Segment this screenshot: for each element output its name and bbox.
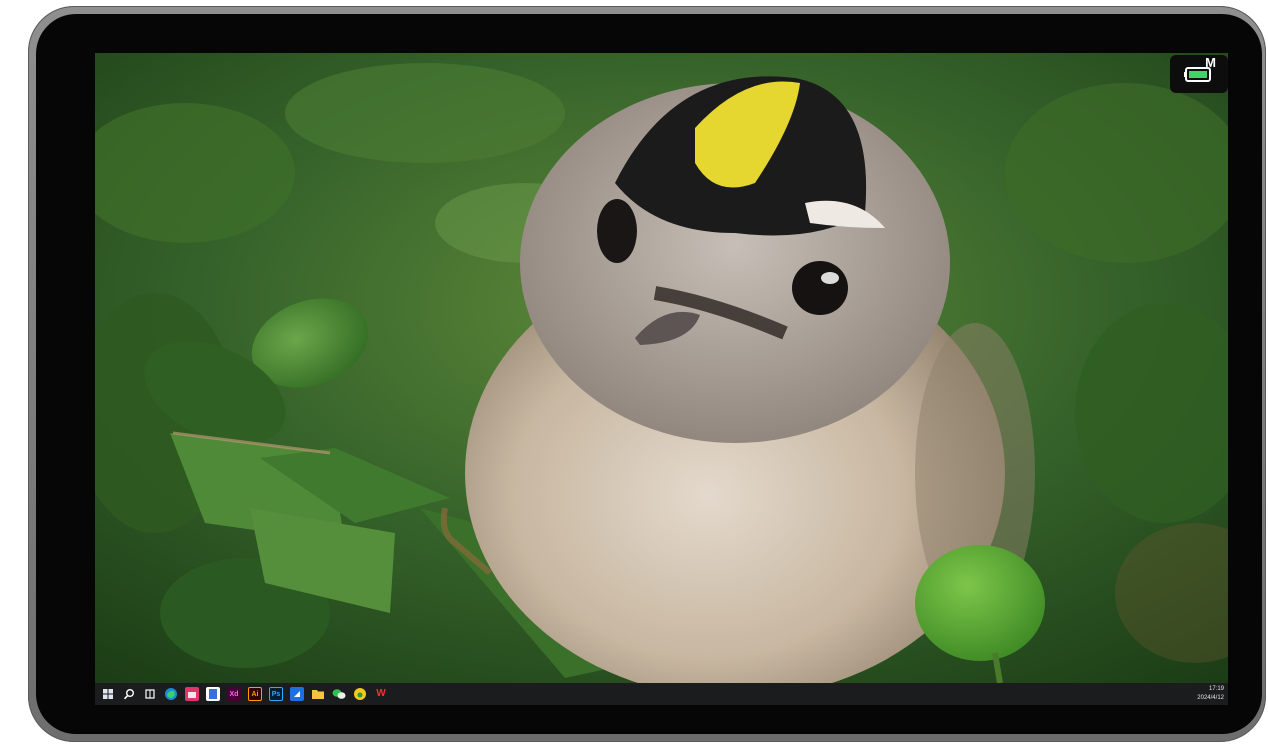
app-icon	[294, 691, 300, 697]
wechat-icon	[332, 689, 346, 699]
windows-logo-icon	[103, 689, 113, 699]
adobe-xd-icon: Xd	[229, 690, 239, 698]
document-app[interactable]	[206, 687, 220, 701]
status-badge-label: M	[1205, 55, 1216, 70]
store-app[interactable]	[185, 687, 199, 701]
adobe-photoshop-icon: Ps	[271, 690, 281, 698]
wechat-app[interactable]	[332, 687, 346, 701]
folder-icon	[312, 690, 324, 699]
edge-icon	[165, 688, 177, 700]
edge-app[interactable]	[164, 687, 178, 701]
app-icon	[354, 688, 366, 700]
store-icon	[188, 692, 196, 698]
start-button[interactable]	[101, 687, 115, 701]
system-clock[interactable]: 17:19 2024/4/12	[1197, 685, 1224, 703]
task-view-button[interactable]	[143, 687, 157, 701]
wps-app[interactable]: W	[374, 687, 388, 701]
desktop-wallpaper	[95, 53, 1228, 683]
adobe-photoshop-app[interactable]: Ps	[269, 687, 283, 701]
status-badge: M	[1170, 55, 1228, 93]
clock-time: 17:19	[1208, 686, 1224, 692]
file-explorer-app[interactable]	[311, 687, 325, 701]
clock-date: 2024/4/12	[1197, 695, 1224, 701]
search-icon	[123, 689, 134, 700]
adobe-illustrator-icon: Ai	[251, 690, 259, 698]
wps-icon: W	[376, 688, 386, 699]
task-view-icon	[145, 689, 155, 699]
desktop-screen: M Xd Ai Ps W 17:19 2024/4/12	[95, 53, 1228, 705]
document-icon	[209, 689, 217, 699]
adobe-xd-app[interactable]: Xd	[227, 687, 241, 701]
adobe-illustrator-app[interactable]: Ai	[248, 687, 262, 701]
search-button[interactable]	[122, 687, 136, 701]
yellow-app[interactable]	[353, 687, 367, 701]
blue-app[interactable]	[290, 687, 304, 701]
taskbar: Xd Ai Ps W 17:19 2024/4/12	[95, 683, 1228, 705]
